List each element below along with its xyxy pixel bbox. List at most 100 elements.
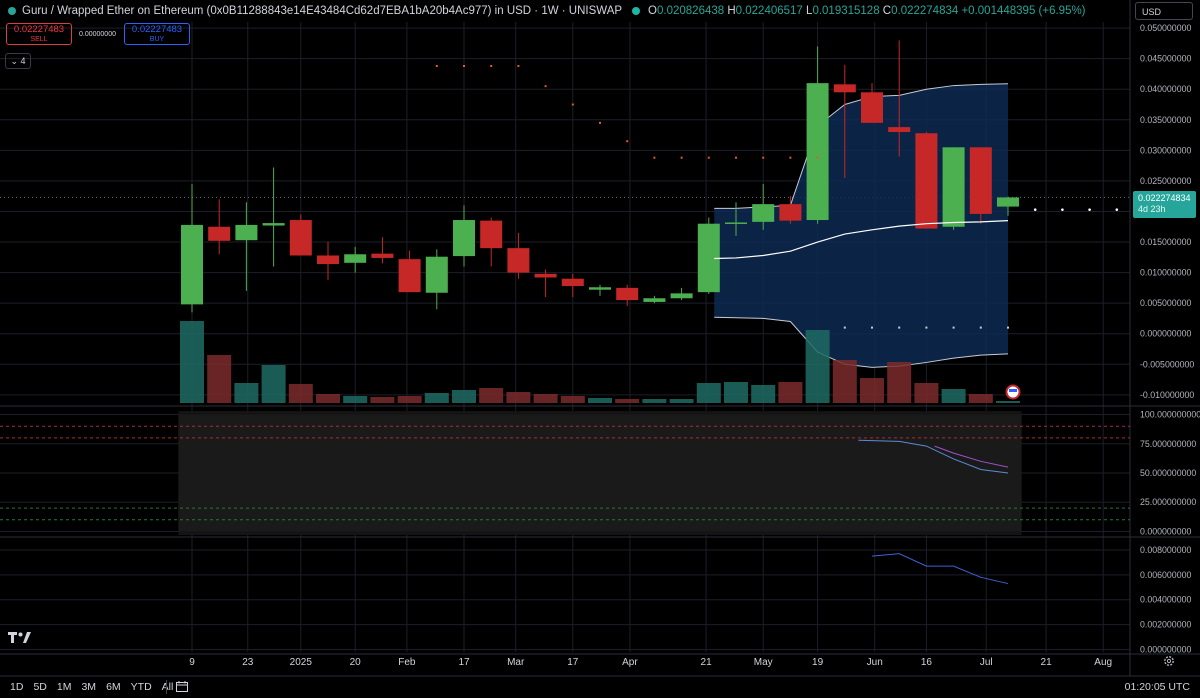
sar-dot — [490, 65, 493, 68]
candle-body — [915, 133, 938, 229]
sar-dot — [653, 156, 656, 159]
gear-icon[interactable] — [1163, 655, 1175, 667]
market-status-icon — [632, 7, 641, 15]
us-flag-marker-stripe — [1009, 389, 1017, 392]
lower-dot — [871, 326, 873, 329]
lower-dot — [925, 326, 928, 329]
last-price-value: 0.022274834 — [1138, 193, 1191, 203]
volume-bar — [778, 382, 803, 403]
price-tick-label: -0.005000000 — [1140, 359, 1194, 369]
time-axis: 9 23 2025 20 Feb 17 Mar 17 Apr 21 May 19 Jun 16 Jul 21 A… — [189, 657, 1112, 668]
volume-bar — [588, 398, 612, 403]
projection-dot — [1088, 208, 1091, 211]
symbol-title[interactable]: Guru / Wrapped Ether on Ethereum (0x0B11… — [22, 5, 622, 17]
indicator-tick-label: 0.004000000 — [1140, 595, 1191, 605]
price-tick-label: 0.030000000 — [1140, 145, 1191, 155]
volume-bar — [696, 383, 721, 403]
price-tick-label: -0.010000000 — [1140, 390, 1194, 400]
lower-dot — [1007, 326, 1009, 329]
indicators-collapse-button[interactable]: ⌄ 4 — [5, 53, 31, 69]
volume-bar — [914, 383, 939, 403]
time-tick-label: 9 — [189, 657, 195, 668]
volume-bar — [887, 362, 912, 403]
tradingview-logo-icon — [8, 632, 31, 643]
chart-stage[interactable]: -0.010000000 -0.005000000 0.000000000 0.005… — [0, 0, 1200, 698]
volume-bar — [560, 396, 585, 403]
timeframe-3m[interactable]: 3M — [81, 681, 96, 693]
candle-body — [888, 127, 911, 133]
candle-body — [589, 287, 611, 290]
timeframe-ytd[interactable]: YTD — [131, 681, 152, 693]
price-tick-label: 0.045000000 — [1140, 54, 1191, 64]
buy-label: BUY — [149, 36, 165, 43]
utc-clock[interactable]: 01:20:05 UTC — [1125, 681, 1190, 693]
timeframe-1m[interactable]: 1M — [57, 681, 72, 693]
volume-bar — [805, 330, 830, 403]
time-tick-label: Jul — [980, 657, 993, 668]
timeframe-6m[interactable]: 6M — [106, 681, 121, 693]
candle-body — [507, 248, 530, 273]
open-value: 0.020826438 — [657, 5, 725, 17]
status-dot-icon — [8, 7, 16, 15]
sar-dot — [463, 65, 465, 68]
candle-body — [398, 259, 421, 293]
sar-dot — [816, 156, 819, 159]
timeframe-all[interactable]: All — [162, 681, 174, 693]
time-tick-label: 21 — [701, 657, 713, 668]
sar-dot — [789, 156, 792, 159]
buy-button[interactable]: 0.02227483 BUY — [124, 23, 190, 45]
low-value: 0.019315128 — [812, 5, 880, 17]
candle-body — [779, 204, 802, 221]
lower-dot — [979, 326, 982, 329]
time-tick-label: 17 — [567, 657, 579, 668]
lower-dot — [898, 326, 901, 329]
high-value: 0.022406517 — [735, 5, 803, 17]
volume-bar — [860, 378, 884, 403]
open-label: O — [648, 5, 657, 17]
time-tick-label: Jun — [867, 657, 883, 668]
time-tick-label: 23 — [242, 657, 254, 668]
volume-bar — [397, 396, 422, 403]
volume-bar — [615, 399, 640, 403]
chart-header: Guru / Wrapped Ether on Ethereum (0x0B11… — [0, 0, 1086, 22]
candle-body — [208, 226, 231, 241]
volume-bar — [642, 399, 667, 403]
timeframe-1d[interactable]: 1D — [10, 681, 23, 693]
time-tick-label: Apr — [622, 657, 638, 668]
volume-bar — [996, 401, 1020, 403]
sar-dot — [544, 85, 547, 88]
candle-body — [561, 278, 584, 287]
volume-bar — [207, 355, 232, 403]
sell-button[interactable]: 0.02227483 SELL — [6, 23, 72, 45]
price-tick-label: 0.050000000 — [1140, 23, 1191, 33]
chart-svg[interactable]: -0.010000000 -0.005000000 0.000000000 0.005… — [0, 0, 1200, 698]
price-tick-label: 0.000000000 — [1140, 329, 1191, 339]
lower-dot — [843, 326, 846, 329]
volume-bar — [180, 321, 204, 403]
close-label: C — [882, 5, 892, 17]
time-tick-label: 2025 — [290, 657, 313, 668]
timeframe-5d[interactable]: 5D — [33, 681, 46, 693]
indicator-panes — [0, 411, 1130, 585]
candle-body — [235, 224, 258, 241]
candle-body — [725, 222, 747, 224]
sar-dot — [517, 65, 520, 68]
price-tick-label: 0.035000000 — [1140, 115, 1191, 125]
volume-bar — [424, 393, 449, 403]
projection-dot — [1115, 208, 1119, 211]
sell-label: SELL — [30, 36, 48, 43]
candle-body — [997, 197, 1019, 207]
currency-selector[interactable]: USD — [1135, 2, 1193, 20]
volume-bar — [288, 384, 313, 403]
volume-bar — [343, 396, 368, 403]
change-value: +0.001448395 (+6.95%) — [961, 5, 1086, 17]
sar-dot — [680, 156, 683, 159]
price-tick-label: 0.005000000 — [1140, 298, 1191, 308]
candle-body — [670, 293, 693, 299]
buy-price: 0.02227483 — [131, 24, 183, 35]
price-tick-label: 0.040000000 — [1140, 84, 1191, 94]
candle-body — [289, 220, 312, 256]
projection-dot — [1033, 208, 1037, 211]
calendar-range-icon[interactable] — [176, 681, 188, 692]
sar-dot — [735, 156, 737, 159]
